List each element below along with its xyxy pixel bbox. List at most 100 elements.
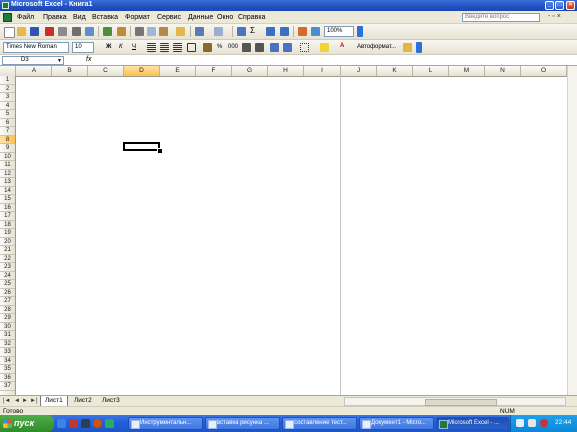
taskbar-item[interactable]: Инструментальн... xyxy=(128,417,203,430)
close-button[interactable]: × xyxy=(566,1,575,10)
sheet-tab-3[interactable]: Лист3 xyxy=(98,396,124,406)
font-name-select[interactable]: Times New Roman xyxy=(3,42,69,53)
comma-style-icon[interactable]: 000 xyxy=(228,44,238,50)
redo-icon[interactable] xyxy=(214,27,223,36)
menu-help[interactable]: Справка xyxy=(238,14,265,21)
format-toolbar-options-chevron[interactable] xyxy=(416,42,422,53)
antivirus-icon[interactable] xyxy=(540,419,548,427)
print-preview-icon[interactable] xyxy=(85,27,94,36)
borders-icon[interactable] xyxy=(300,43,309,52)
row-header-25[interactable]: 25 xyxy=(0,280,15,289)
increase-decimal-icon[interactable] xyxy=(242,43,251,52)
menu-view[interactable]: Вид xyxy=(73,14,86,21)
row-header-5[interactable]: 5 xyxy=(0,110,15,119)
currency-icon[interactable] xyxy=(203,43,212,52)
align-center-icon[interactable] xyxy=(160,43,169,52)
row-header-10[interactable]: 10 xyxy=(0,153,15,161)
row-header-22[interactable]: 22 xyxy=(0,255,15,263)
taskbar-item[interactable]: вставка рисунка ... xyxy=(205,417,280,430)
row-header-32[interactable]: 32 xyxy=(0,340,15,348)
help-search-input[interactable]: Введите вопрос xyxy=(462,13,540,22)
italic-button[interactable]: К xyxy=(119,44,123,50)
column-header-o[interactable]: O xyxy=(521,66,567,76)
network-icon[interactable] xyxy=(528,419,536,427)
decrease-indent-icon[interactable] xyxy=(270,43,279,52)
row-header-18[interactable]: 18 xyxy=(0,221,15,229)
excel-app-icon[interactable] xyxy=(2,2,9,9)
row-header-17[interactable]: 17 xyxy=(0,212,15,221)
chart-wizard-icon[interactable] xyxy=(298,27,307,36)
row-header-14[interactable]: 14 xyxy=(0,187,15,195)
research-icon[interactable] xyxy=(117,27,126,36)
menu-insert[interactable]: Вставка xyxy=(92,14,118,21)
column-header-l[interactable]: L xyxy=(413,66,449,76)
row-header-35[interactable]: 35 xyxy=(0,365,15,374)
last-sheet-icon[interactable]: ►| xyxy=(30,398,38,404)
save-icon[interactable] xyxy=(30,27,39,36)
menu-format[interactable]: Формат xyxy=(125,14,150,21)
taskbar-item-active[interactable]: Microsoft Excel - ... xyxy=(436,417,509,430)
taskbar-item[interactable]: Документ1 - Micro... xyxy=(359,417,434,430)
row-header-28[interactable]: 28 xyxy=(0,306,15,314)
row-header-1[interactable]: 1 xyxy=(0,76,15,85)
vertical-scrollbar[interactable] xyxy=(567,66,577,395)
align-right-icon[interactable] xyxy=(173,43,182,52)
column-header-k[interactable]: K xyxy=(377,66,413,76)
row-header-9[interactable]: 9 xyxy=(0,144,15,153)
row-header-31[interactable]: 31 xyxy=(0,331,15,340)
row-header-24[interactable]: 24 xyxy=(0,272,15,280)
hyperlink-icon[interactable] xyxy=(237,27,246,36)
column-header-n[interactable]: N xyxy=(485,66,521,76)
email-icon[interactable] xyxy=(58,27,67,36)
row-header-27[interactable]: 27 xyxy=(0,297,15,306)
row-header-34[interactable]: 34 xyxy=(0,357,15,365)
align-left-icon[interactable] xyxy=(147,43,156,52)
font-color-icon[interactable]: A xyxy=(340,43,344,49)
row-header-19[interactable]: 19 xyxy=(0,229,15,238)
quicklaunch-app-icon[interactable] xyxy=(81,419,90,428)
row-header-13[interactable]: 13 xyxy=(0,178,15,187)
increase-indent-icon[interactable] xyxy=(283,43,292,52)
column-header-g[interactable]: G xyxy=(232,66,268,76)
row-header-11[interactable]: 11 xyxy=(0,161,15,170)
row-header-21[interactable]: 21 xyxy=(0,246,15,255)
row-header-2[interactable]: 2 xyxy=(0,85,15,93)
taskbar-item[interactable]: составление тест... xyxy=(282,417,357,430)
row-header-36[interactable]: 36 xyxy=(0,374,15,382)
horizontal-scrollbar[interactable] xyxy=(344,397,566,406)
row-header-29[interactable]: 29 xyxy=(0,314,15,323)
quicklaunch-opera-icon[interactable] xyxy=(69,419,78,428)
menu-tools[interactable]: Сервис xyxy=(157,14,181,21)
worksheet-grid[interactable]: ABCDEFGHIJKLMNO 1 2 3 4 5 6 7 8 9 10 11 12 13 14 15 16 1… xyxy=(0,66,577,395)
minimize-button[interactable]: _ xyxy=(545,1,554,10)
active-cell-cursor[interactable] xyxy=(123,142,160,151)
row-header-3[interactable]: 3 xyxy=(0,93,15,102)
undo-icon[interactable] xyxy=(195,27,204,36)
column-header-h[interactable]: H xyxy=(268,66,304,76)
cut-icon[interactable] xyxy=(135,27,144,36)
quicklaunch-media-icon[interactable] xyxy=(93,419,102,428)
chevron-down-icon[interactable]: ▼ xyxy=(57,58,62,64)
open-icon[interactable] xyxy=(17,27,26,36)
row-header-26[interactable]: 26 xyxy=(0,289,15,297)
column-header-m[interactable]: M xyxy=(449,66,485,76)
document-icon[interactable] xyxy=(3,13,12,22)
prev-sheet-icon[interactable]: ◄ xyxy=(14,398,20,404)
name-box[interactable]: D3 xyxy=(2,56,64,65)
row-header-7[interactable]: 7 xyxy=(0,127,15,136)
horizontal-scroll-thumb[interactable] xyxy=(425,399,497,406)
print-icon[interactable] xyxy=(72,27,81,36)
row-header-8[interactable]: 8 xyxy=(0,135,15,144)
row-header-37[interactable]: 37 xyxy=(0,382,15,391)
row-header-4[interactable]: 4 xyxy=(0,102,15,110)
underline-button[interactable]: Ч xyxy=(132,44,136,50)
language-icon[interactable] xyxy=(516,419,524,427)
column-header-b[interactable]: B xyxy=(52,66,88,76)
row-header-20[interactable]: 20 xyxy=(0,238,15,246)
sort-descending-icon[interactable] xyxy=(280,27,289,36)
start-button[interactable]: пуск xyxy=(0,415,54,432)
paste-icon[interactable] xyxy=(159,27,168,36)
column-header-e[interactable]: E xyxy=(160,66,196,76)
zoom-select[interactable]: 100% xyxy=(324,26,354,37)
toolbar-options-chevron[interactable] xyxy=(357,26,363,37)
